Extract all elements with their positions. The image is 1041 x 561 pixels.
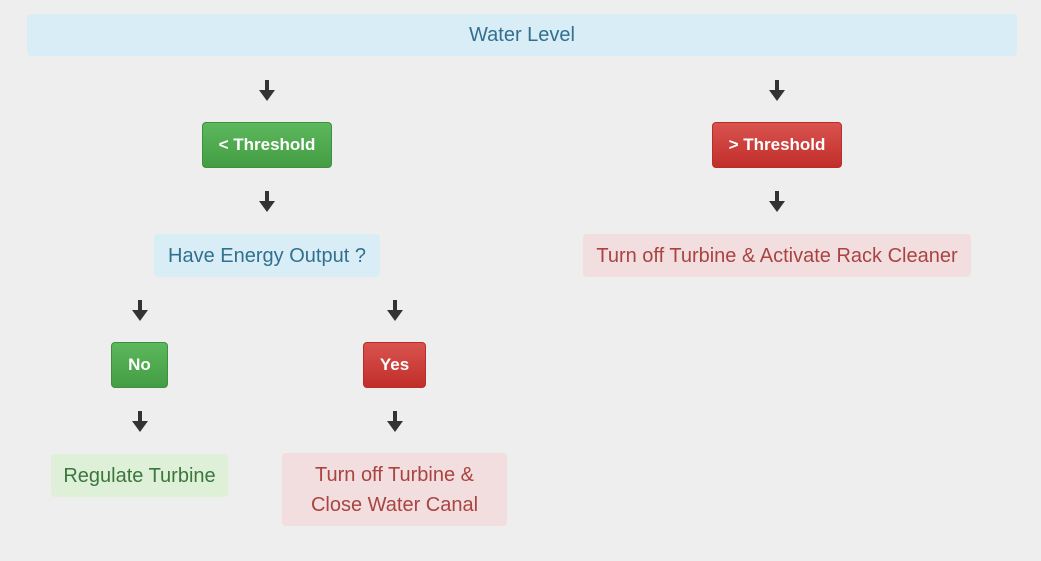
arrow-down-icon xyxy=(132,300,148,322)
arrow-down-icon xyxy=(769,80,785,102)
yes-button[interactable]: Yes xyxy=(363,342,426,388)
energy-output-question-label: Have Energy Output ? xyxy=(168,244,366,267)
rack-cleaner-action-label: Turn off Turbine & Activate Rack Cleaner xyxy=(596,244,958,267)
regulate-turbine-label: Regulate Turbine xyxy=(63,464,216,487)
close-canal-action: Turn off Turbine & Close Water Canal xyxy=(282,453,507,526)
arrow-down-icon xyxy=(769,191,785,213)
below-threshold-button[interactable]: < Threshold xyxy=(202,122,332,168)
rack-cleaner-action: Turn off Turbine & Activate Rack Cleaner xyxy=(583,234,971,277)
arrow-down-icon xyxy=(259,80,275,102)
close-canal-line1: Turn off Turbine & xyxy=(315,463,474,486)
above-threshold-label: > Threshold xyxy=(728,135,826,154)
close-canal-line2: Close Water Canal xyxy=(310,493,479,516)
yes-label: Yes xyxy=(379,355,410,374)
no-button[interactable]: No xyxy=(111,342,168,388)
energy-output-question: Have Energy Output ? xyxy=(154,234,380,277)
arrow-down-icon xyxy=(387,411,403,433)
arrow-down-icon xyxy=(132,411,148,433)
below-threshold-label: < Threshold xyxy=(218,135,316,154)
water-level-label: Water Level xyxy=(469,23,575,46)
arrow-down-icon xyxy=(387,300,403,322)
above-threshold-button[interactable]: > Threshold xyxy=(712,122,842,168)
water-level-header: Water Level xyxy=(27,14,1017,56)
arrow-down-icon xyxy=(259,191,275,213)
no-label: No xyxy=(128,355,151,374)
regulate-turbine-action: Regulate Turbine xyxy=(51,454,228,497)
